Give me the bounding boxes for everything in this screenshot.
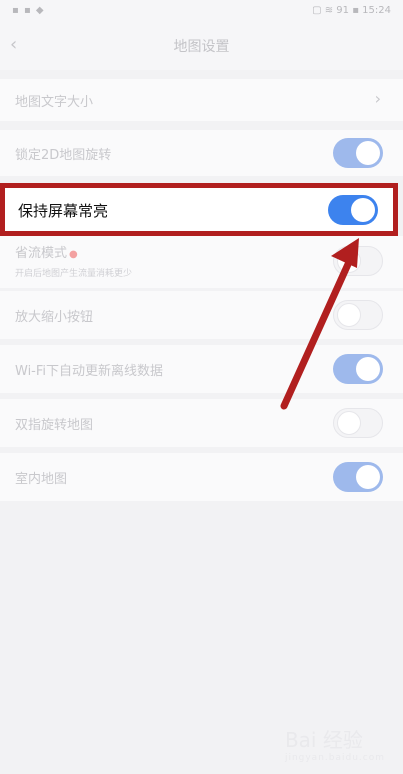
watermark-url: jingyan.baidu.com <box>284 753 385 763</box>
watermark-logo: Bai 经验 jingyan.baidu.com <box>285 724 385 763</box>
annotation-arrow-icon <box>280 238 359 410</box>
watermark-brand: Bai 经验 <box>284 728 363 752</box>
